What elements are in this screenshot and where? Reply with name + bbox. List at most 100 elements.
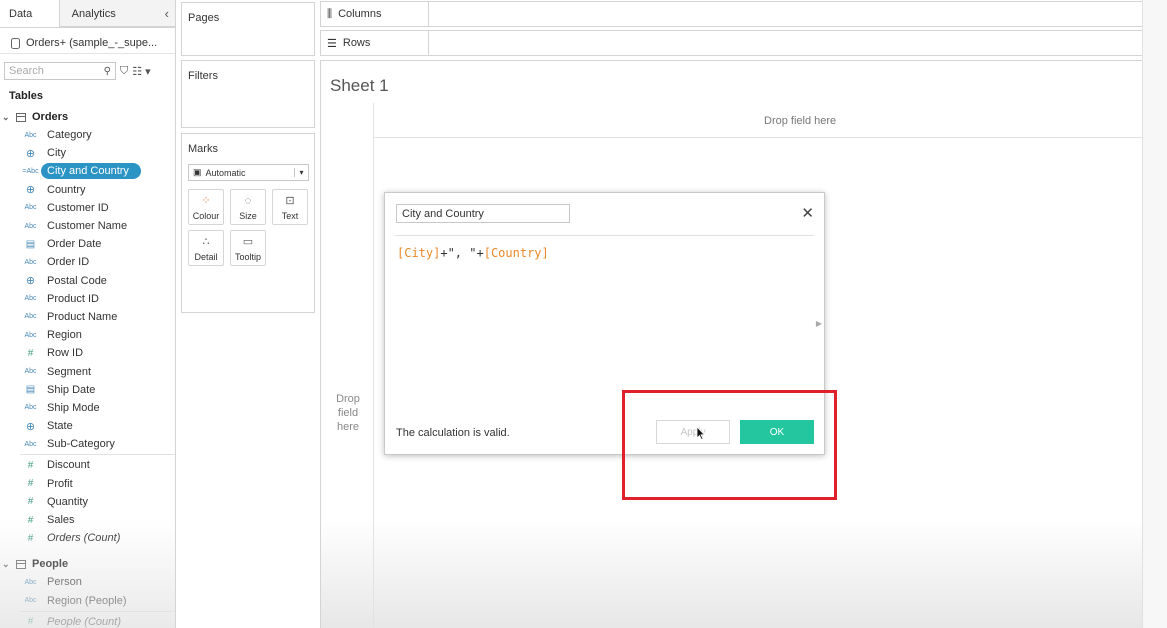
field-label: Sub-Category xyxy=(47,438,115,451)
tab-data[interactable]: Data xyxy=(0,0,60,27)
divider xyxy=(373,137,1167,138)
detail-label: Detail xyxy=(194,252,218,262)
sheet-title[interactable]: Sheet 1 xyxy=(330,76,389,96)
colour-label: Colour xyxy=(192,211,220,221)
table-icon xyxy=(16,112,26,122)
shelves-column: Pages Filters Marks ▣ Automatic ▾ ⁘ Colo… xyxy=(181,0,315,628)
colour-icon: ⁘ xyxy=(201,195,211,207)
ok-button[interactable]: OK xyxy=(740,420,814,444)
table-group-people[interactable]: ⌄ People xyxy=(0,555,175,573)
expand-arrow-icon[interactable]: ▶ xyxy=(816,319,822,328)
marks-card: Marks ▣ Automatic ▾ ⁘ Colour ◌ Size ⊡ Te… xyxy=(181,133,315,313)
detail-button[interactable]: ∴ Detail xyxy=(188,230,224,266)
text-button[interactable]: ⊡ Text xyxy=(272,189,308,225)
calendar-icon: ▤ xyxy=(25,384,36,396)
field-item[interactable]: # Discount xyxy=(0,456,175,474)
field-item[interactable]: # People (Count) xyxy=(0,613,175,628)
columns-shelf[interactable]: ⫼ Columns xyxy=(320,1,1167,27)
field-item[interactable]: Abc Segment xyxy=(0,362,175,380)
field-item[interactable]: Abc Sub-Category xyxy=(0,435,175,453)
field-label: Ship Mode xyxy=(47,401,100,414)
search-row: Search ⚲ ⛉ ☷ ▾ xyxy=(0,54,175,88)
field-item[interactable]: Abc Person xyxy=(0,573,175,591)
filters-card[interactable]: Filters xyxy=(181,60,315,128)
tooltip-label: Tooltip xyxy=(234,252,261,262)
field-item[interactable]: ⊕ Postal Code xyxy=(0,272,175,290)
calculation-dialog: City and Country ✕ [City]+", "+[Country]… xyxy=(384,192,825,455)
mouse-cursor-icon xyxy=(696,426,706,440)
view-options-icon[interactable]: ☷ ▾ xyxy=(132,65,150,78)
mark-type-icon: ▣ xyxy=(193,167,202,177)
field-item[interactable]: Abc Product Name xyxy=(0,308,175,326)
field-item[interactable]: Abc Order ID xyxy=(0,253,175,271)
field-label: State xyxy=(47,420,73,433)
field-item[interactable]: # Sales xyxy=(0,511,175,529)
field-item[interactable]: =Abc City and Country xyxy=(0,162,175,180)
field-item[interactable]: Abc Ship Mode xyxy=(0,399,175,417)
detail-icon: ∴ xyxy=(202,236,210,248)
close-icon[interactable]: ✕ xyxy=(801,204,814,222)
field-label: Customer ID xyxy=(47,201,109,214)
number-icon: # xyxy=(27,514,34,526)
field-item[interactable]: Abc Customer ID xyxy=(0,199,175,217)
rows-shelf[interactable]: ☰ Rows xyxy=(320,30,1167,56)
marks-title: Marks xyxy=(188,143,218,155)
calc-name-input[interactable]: City and Country xyxy=(396,204,570,223)
rows-label: Rows xyxy=(342,37,371,49)
pages-card[interactable]: Pages xyxy=(181,2,315,56)
size-button[interactable]: ◌ Size xyxy=(230,189,266,225)
columns-icon: ⫼ xyxy=(327,7,333,20)
field-label: Order ID xyxy=(47,256,90,269)
mark-type-dropdown[interactable]: ▣ Automatic ▾ xyxy=(188,164,309,181)
tooltip-button[interactable]: ▭ Tooltip xyxy=(230,230,266,266)
apply-button[interactable]: Apply xyxy=(656,420,730,444)
field-item[interactable]: ⊕ State xyxy=(0,417,175,435)
columns-shelf-label: ⫼ Columns xyxy=(321,2,429,26)
table-group-orders[interactable]: ⌄ Orders xyxy=(0,108,175,126)
collapse-pane-icon[interactable]: ‹ xyxy=(165,6,169,21)
field-label: Product Name xyxy=(47,310,118,323)
field-item[interactable]: Abc Category xyxy=(0,126,175,144)
size-label: Size xyxy=(239,211,257,221)
colour-button[interactable]: ⁘ Colour xyxy=(188,189,224,225)
field-item[interactable]: ▤ Ship Date xyxy=(0,381,175,399)
field-item[interactable]: ⊕ Country xyxy=(0,181,175,199)
datasource-item[interactable]: Orders+ (sample_-_supe... xyxy=(0,28,175,54)
field-item[interactable]: ⊕ City xyxy=(0,144,175,162)
field-label: Discount xyxy=(47,459,90,472)
field-label: Postal Code xyxy=(47,274,107,287)
string-icon: Abc xyxy=(24,131,37,139)
field-label: Segment xyxy=(47,365,92,378)
field-item[interactable]: ▤ Order Date xyxy=(0,235,175,253)
drop-field-columns[interactable]: Drop field here xyxy=(764,115,836,127)
search-icon: ⚲ xyxy=(103,65,111,77)
number-icon: # xyxy=(27,478,34,490)
pages-title: Pages xyxy=(188,12,220,24)
field-item[interactable]: Abc Customer Name xyxy=(0,217,175,235)
calc-string-icon: =Abc xyxy=(22,167,39,175)
validation-status: The calculation is valid. xyxy=(396,427,510,439)
database-icon xyxy=(11,37,20,49)
text-label: Text xyxy=(281,211,299,221)
field-item[interactable]: # Orders (Count) xyxy=(0,529,175,547)
formula-editor[interactable]: [City]+", "+[Country] xyxy=(397,246,549,260)
filters-title: Filters xyxy=(188,70,218,82)
formula-operator: +", "+ xyxy=(440,246,484,260)
field-label: Person xyxy=(47,576,82,589)
string-icon: Abc xyxy=(24,440,37,448)
field-label: Profit xyxy=(47,477,73,490)
field-item[interactable]: Abc Region (People) xyxy=(0,592,175,610)
data-pane: Data Analytics ‹ Orders+ (sample_-_supe.… xyxy=(0,0,176,628)
tab-analytics[interactable]: Analytics xyxy=(59,0,175,27)
field-item[interactable]: Abc Region xyxy=(0,326,175,344)
drop-field-rows[interactable]: Drop field here xyxy=(335,392,361,434)
size-icon: ◌ xyxy=(244,195,252,207)
field-item[interactable]: # Row ID xyxy=(0,344,175,362)
string-icon: Abc xyxy=(24,258,37,266)
field-item[interactable]: # Quantity xyxy=(0,493,175,511)
search-input[interactable]: Search ⚲ xyxy=(4,62,116,80)
pane-tabs: Data Analytics ‹ xyxy=(0,0,175,28)
filter-icon[interactable]: ⛉ xyxy=(120,65,128,78)
field-item[interactable]: Abc Product ID xyxy=(0,290,175,308)
field-item[interactable]: # Profit xyxy=(0,475,175,493)
